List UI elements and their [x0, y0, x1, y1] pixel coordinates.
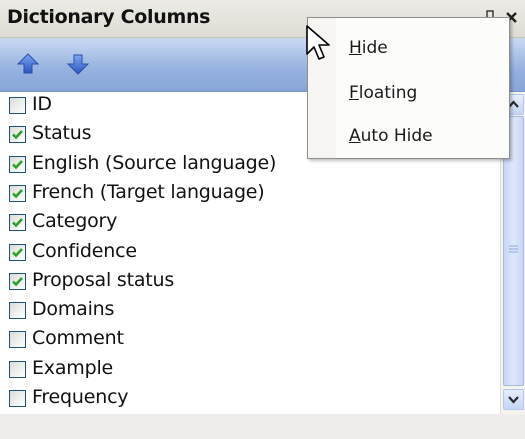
checkmark-icon	[12, 159, 23, 169]
checkmark-icon	[12, 130, 23, 140]
column-row[interactable]: Confidence	[0, 239, 500, 268]
column-row[interactable]: Comment	[0, 326, 500, 355]
column-row[interactable]: Example	[0, 356, 500, 385]
column-row[interactable]: Category	[0, 209, 500, 238]
column-checkbox[interactable]	[9, 126, 26, 144]
column-label: Frequency	[32, 386, 129, 408]
column-label: French (Target language)	[32, 180, 265, 203]
menu-mnemonic: H	[349, 38, 362, 58]
arrow-up-icon	[16, 53, 40, 74]
column-row[interactable]: French (Target language)	[0, 180, 500, 209]
column-label: Domains	[32, 298, 115, 321]
column-checkbox[interactable]	[9, 331, 26, 349]
column-checkbox[interactable]	[9, 360, 26, 378]
column-checkbox[interactable]	[9, 155, 26, 173]
column-label: English (Source language)	[32, 151, 277, 174]
mouse-pointer-icon	[306, 25, 330, 60]
panel-footer	[0, 414, 525, 439]
menu-item-label: ide	[361, 38, 388, 58]
column-label: Status	[32, 122, 92, 145]
checkmark-icon	[12, 247, 23, 257]
column-checkbox[interactable]	[9, 184, 26, 202]
scroll-down-button[interactable]	[503, 389, 524, 410]
menu-mnemonic: A	[349, 126, 361, 146]
column-checkbox[interactable]	[9, 302, 26, 320]
column-label: ID	[32, 93, 52, 115]
menu-item-label: uto Hide	[360, 126, 433, 146]
column-row[interactable]: Frequency	[0, 385, 500, 414]
menu-mnemonic: F	[349, 83, 359, 103]
column-checkbox[interactable]	[9, 243, 26, 261]
menu-item-auto-hide[interactable]: Auto Hide	[337, 116, 507, 156]
column-label: Comment	[32, 327, 124, 350]
column-row[interactable]: Domains	[0, 297, 500, 326]
dictionary-columns-panel: Dictionary Columns ID Status English (So…	[0, 0, 525, 439]
grip-icon	[509, 245, 518, 253]
column-label: Proposal status	[32, 268, 175, 291]
column-checkbox[interactable]	[9, 97, 26, 114]
column-label: Example	[32, 356, 114, 379]
move-down-button[interactable]	[64, 50, 92, 78]
checkmark-icon	[12, 276, 23, 287]
menu-item-floating[interactable]: Floating	[337, 73, 507, 113]
checkmark-icon	[12, 218, 23, 228]
column-label: Category	[32, 210, 118, 233]
column-checkbox[interactable]	[9, 214, 26, 232]
context-menu: Hide Floating Auto Hide	[307, 17, 510, 159]
panel-title: Dictionary Columns	[7, 6, 211, 28]
column-row[interactable]: Proposal status	[0, 268, 500, 297]
column-label: Confidence	[32, 239, 137, 262]
column-checkbox[interactable]	[9, 272, 26, 290]
checkmark-icon	[12, 189, 23, 199]
move-up-button[interactable]	[14, 50, 42, 78]
menu-item-label: loating	[358, 83, 418, 103]
chevron-down-icon	[508, 396, 519, 404]
arrow-down-icon	[66, 54, 90, 75]
menu-item-hide[interactable]: Hide	[337, 28, 507, 68]
column-checkbox[interactable]	[9, 390, 26, 407]
